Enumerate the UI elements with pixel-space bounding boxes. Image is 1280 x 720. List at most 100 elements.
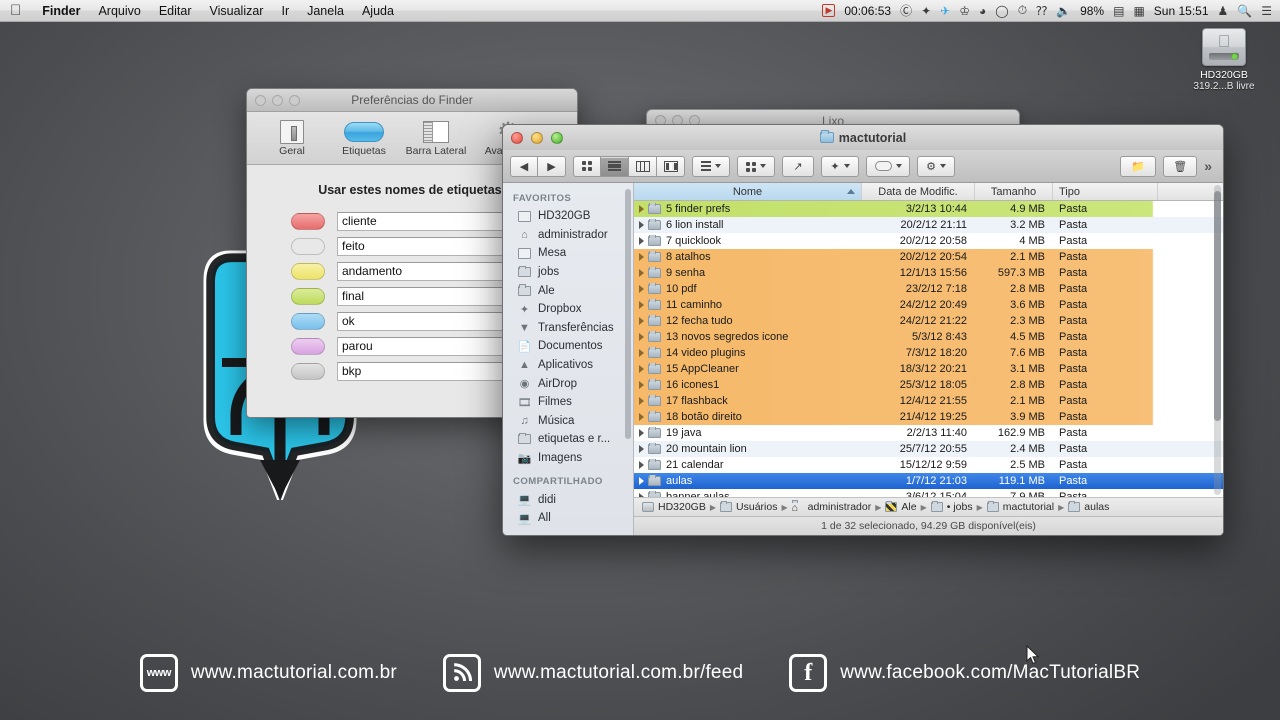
sidebar-item-ale[interactable]: Ale xyxy=(503,281,633,300)
view-mode-buttons[interactable] xyxy=(573,155,685,177)
user-icon[interactable]: ♟ xyxy=(1218,4,1229,18)
sidebar-item-musica[interactable]: ♫ Música xyxy=(503,412,633,431)
table-row[interactable]: 15 AppCleaner 18/3/12 20:21 3.1 MB Pasta xyxy=(634,361,1223,377)
path-segment-usuarios[interactable]: Usuários xyxy=(720,500,777,513)
timemachine-icon[interactable]: ⏱ xyxy=(1018,3,1027,18)
table-row[interactable]: 13 novos segredos icone 5/3/12 8:43 4.5 MB… xyxy=(634,329,1223,345)
disclosure-triangle-icon[interactable] xyxy=(634,477,648,485)
table-row[interactable]: 19 java 2/2/13 11:40 162.9 MB Pasta xyxy=(634,425,1223,441)
finder-window[interactable]: mactutorial ◀ ▶ ↗ ✦ ⚙ 📁 🗑 » FAVORITOS HD… xyxy=(502,124,1224,536)
disclosure-triangle-icon[interactable] xyxy=(634,365,648,373)
label-color-swatch-ok[interactable] xyxy=(291,313,325,330)
action-grid-button[interactable] xyxy=(737,155,775,177)
disclosure-triangle-icon[interactable] xyxy=(634,205,648,213)
sidebar-item-filmes[interactable]: 🎞 Filmes xyxy=(503,393,633,412)
path-segment-mactutorial[interactable]: mactutorial xyxy=(986,500,1054,513)
disclosure-triangle-icon[interactable] xyxy=(634,301,648,309)
table-row[interactable]: 18 botão direito 21/4/12 19:25 3.9 MB Pasta xyxy=(634,409,1223,425)
table-row[interactable]: 11 caminho 24/2/12 20:49 3.6 MB Pasta xyxy=(634,297,1223,313)
minimize-icon[interactable] xyxy=(272,94,283,106)
twitter-icon[interactable]: ✈ xyxy=(940,4,950,18)
forward-arrow-icon[interactable]: ▶ xyxy=(538,155,566,177)
sidebar-item-etiquetas-e-r[interactable]: etiquetas e r... xyxy=(503,430,633,449)
file-list-scrollbar[interactable] xyxy=(1214,185,1221,495)
disclosure-triangle-icon[interactable] xyxy=(634,397,648,405)
column-header-data[interactable]: Data de Modific. xyxy=(862,183,975,200)
coverflow-view-icon[interactable] xyxy=(657,155,685,177)
table-row[interactable]: 7 quicklook 20/2/12 20:58 4 MB Pasta xyxy=(634,233,1223,249)
path-bar[interactable]: HD320GB ▶ Usuários ▶ ⌂ administrador ▶ Al… xyxy=(634,497,1223,516)
apple-logo-icon[interactable]:  xyxy=(10,3,21,18)
label-color-swatch-feito[interactable] xyxy=(291,238,325,255)
menu-item-finder[interactable]: Finder xyxy=(33,4,89,18)
zoom-icon[interactable] xyxy=(551,131,563,144)
disclosure-triangle-icon[interactable] xyxy=(634,429,648,437)
menu-item-arquivo[interactable]: Arquivo xyxy=(89,4,149,18)
disclosure-triangle-icon[interactable] xyxy=(634,237,648,245)
file-list-pane[interactable]: Nome Data de Modific. Tamanho Tipo 5 fin… xyxy=(634,183,1223,535)
column-view-icon[interactable] xyxy=(629,155,657,177)
disclosure-triangle-icon[interactable] xyxy=(634,445,648,453)
disclosure-triangle-icon[interactable] xyxy=(634,461,648,469)
sidebar-item-dropbox[interactable]: ✦ Dropbox xyxy=(503,300,633,319)
table-row[interactable]: 8 atalhos 20/2/12 20:54 2.1 MB Pasta xyxy=(634,249,1223,265)
volume-icon[interactable]: 🔈 xyxy=(1056,4,1071,18)
prefs-tab-etiquetas[interactable]: Etiquetas xyxy=(333,117,395,157)
column-header-tipo[interactable]: Tipo xyxy=(1053,183,1158,200)
disclosure-triangle-icon[interactable] xyxy=(634,493,648,497)
back-arrow-icon[interactable]: ◀ xyxy=(510,155,538,177)
label-color-swatch-bkp[interactable] xyxy=(291,363,325,380)
table-row[interactable]: 12 fecha tudo 24/2/12 21:22 2.3 MB Pasta xyxy=(634,313,1223,329)
label-color-swatch-parou[interactable] xyxy=(291,338,325,355)
menu-item-ir[interactable]: Ir xyxy=(272,4,298,18)
close-icon[interactable] xyxy=(511,131,523,144)
label-color-swatch-andamento[interactable] xyxy=(291,263,325,280)
table-row[interactable]: 20 mountain lion 25/7/12 20:55 2.4 MB Pasta xyxy=(634,441,1223,457)
screen-recorder-icon[interactable]: ▶ xyxy=(822,4,836,17)
close-icon[interactable] xyxy=(255,94,266,106)
table-row[interactable]: 14 video plugins 7/3/12 18:20 7.6 MB Pasta xyxy=(634,345,1223,361)
path-segment-hd320gb[interactable]: HD320GB xyxy=(642,501,706,513)
battery-icon[interactable]: ▤ xyxy=(1113,4,1124,18)
new-folder-icon[interactable]: 📁 xyxy=(1120,155,1157,177)
label-color-swatch-cliente[interactable] xyxy=(291,213,325,230)
label-color-swatch-final[interactable] xyxy=(291,288,325,305)
path-segment-jobs[interactable]: • jobs xyxy=(930,500,973,513)
disclosure-triangle-icon[interactable] xyxy=(634,221,648,229)
banner-link-feed[interactable]: www.mactutorial.com.br/feed xyxy=(442,654,743,692)
path-segment-aulas[interactable]: aulas xyxy=(1068,500,1109,513)
zoom-icon[interactable] xyxy=(289,94,300,106)
dropbox-icon[interactable]: ✦ xyxy=(921,4,931,18)
alarm-icon[interactable]: ♔ xyxy=(959,4,970,18)
disclosure-triangle-icon[interactable] xyxy=(634,381,648,389)
calendar-icon[interactable]: ▦ xyxy=(1133,4,1144,18)
disclosure-triangle-icon[interactable] xyxy=(634,285,648,293)
trash-icon[interactable]: 🗑 xyxy=(1163,155,1198,177)
prefs-tab-barra-lateral[interactable]: Barra Lateral xyxy=(405,117,467,157)
table-row[interactable]: 10 pdf 23/2/12 7:18 2.8 MB Pasta xyxy=(634,281,1223,297)
finder-title-bar[interactable]: mactutorial xyxy=(503,125,1223,150)
bluetooth-icon[interactable]: ⁇ xyxy=(1036,4,1047,18)
menu-clock[interactable]: Sun 15:51 xyxy=(1154,4,1209,18)
table-row[interactable]: banner aulas 3/6/12 15:04 7.9 MB Pasta xyxy=(634,489,1223,497)
banner-link-facebook[interactable]: f www.facebook.com/MacTutorialBR xyxy=(789,654,1140,692)
table-row[interactable]: 9 senha 12/1/13 15:56 597.3 MB Pasta xyxy=(634,265,1223,281)
dropbox-icon[interactable]: ✦ xyxy=(821,155,859,177)
disclosure-triangle-icon[interactable] xyxy=(634,349,648,357)
table-row[interactable]: 6 lion install 20/2/12 21:11 3.2 MB Pasta xyxy=(634,217,1223,233)
share-icon[interactable]: ↗ xyxy=(782,155,814,177)
disclosure-triangle-icon[interactable] xyxy=(634,413,648,421)
tag-pill-icon[interactable] xyxy=(866,155,910,177)
menu-item-ajuda[interactable]: Ajuda xyxy=(353,4,403,18)
menu-item-visualizar[interactable]: Visualizar xyxy=(201,4,273,18)
sidebar-item-didi[interactable]: 💻 didi xyxy=(503,490,633,509)
column-header-nome[interactable]: Nome xyxy=(634,183,862,200)
table-row[interactable]: 21 calendar 15/12/12 9:59 2.5 MB Pasta xyxy=(634,457,1223,473)
table-row[interactable]: 5 finder prefs 3/2/13 10:44 4.9 MB Pasta xyxy=(634,201,1223,217)
chat-icon[interactable]: ◯ xyxy=(995,4,1008,18)
gear-icon[interactable]: ⚙ xyxy=(917,155,955,177)
disclosure-triangle-icon[interactable] xyxy=(634,333,648,341)
desktop-drive-icon[interactable]:  HD320GB 319.2...B livre xyxy=(1178,28,1270,92)
finder-window-controls[interactable] xyxy=(511,131,563,144)
sidebar-item-administrador[interactable]: ⌂ administrador xyxy=(503,226,633,245)
